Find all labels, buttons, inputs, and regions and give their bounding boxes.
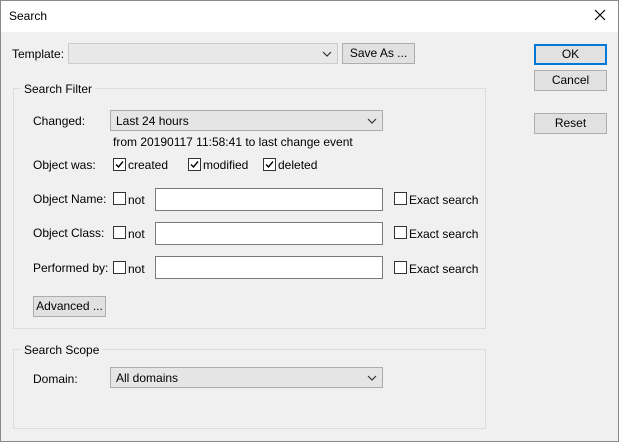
domain-label: Domain: (33, 372, 78, 386)
title-bar: Search (1, 1, 618, 32)
modified-checkbox[interactable] (188, 158, 201, 171)
performed-by-not-checkbox[interactable] (113, 261, 126, 274)
object-name-exact-checkbox[interactable] (394, 192, 407, 205)
object-class-label: Object Class: (33, 226, 105, 240)
object-class-not-label: not (128, 227, 145, 241)
deleted-checkbox[interactable] (263, 158, 276, 171)
chevron-down-icon (367, 375, 377, 381)
created-checkbox[interactable] (113, 158, 126, 171)
created-label: created (128, 158, 169, 172)
template-select[interactable] (68, 43, 338, 64)
performed-by-input[interactable] (155, 256, 383, 279)
deleted-label: deleted (278, 158, 318, 172)
object-class-exact-label: Exact search (409, 227, 479, 241)
object-name-exact-label: Exact search (409, 193, 479, 207)
template-label: Template: (12, 47, 65, 61)
performed-by-label: Performed by: (33, 261, 109, 275)
object-class-not-checkbox[interactable] (113, 226, 126, 239)
window-title: Search (9, 9, 48, 23)
search-filter-title: Search Filter (21, 82, 96, 96)
check-icon (115, 161, 124, 169)
performed-by-exact-checkbox[interactable] (394, 261, 407, 274)
object-name-label: Object Name: (33, 192, 107, 206)
save-as-button[interactable]: Save As ... (342, 43, 415, 64)
changed-label: Changed: (33, 114, 86, 128)
reset-button[interactable]: Reset (534, 113, 607, 134)
cancel-button[interactable]: Cancel (534, 70, 607, 91)
search-scope-title: Search Scope (21, 343, 103, 357)
search-dialog: Search Template: Save As ... OK Cancel R… (0, 0, 619, 442)
object-name-input[interactable] (155, 188, 383, 211)
object-name-not-checkbox[interactable] (113, 192, 126, 205)
advanced-button[interactable]: Advanced ... (33, 296, 106, 317)
changed-range-info: from 20190117 11:58:41 to last change ev… (113, 135, 353, 149)
modified-label: modified (203, 158, 249, 172)
chevron-down-icon (367, 118, 377, 124)
object-class-exact-checkbox[interactable] (394, 226, 407, 239)
close-icon[interactable] (592, 7, 608, 23)
chevron-down-icon (322, 51, 332, 57)
object-name-not-label: not (128, 193, 145, 207)
check-icon (265, 161, 274, 169)
changed-select[interactable]: Last 24 hours (110, 110, 383, 131)
performed-by-exact-label: Exact search (409, 262, 479, 276)
performed-by-not-label: not (128, 262, 145, 276)
ok-button[interactable]: OK (534, 44, 607, 65)
domain-select[interactable]: All domains (110, 367, 383, 388)
object-class-input[interactable] (155, 222, 383, 245)
search-scope-group (13, 349, 486, 429)
object-was-label: Object was: (33, 158, 96, 172)
check-icon (190, 161, 199, 169)
